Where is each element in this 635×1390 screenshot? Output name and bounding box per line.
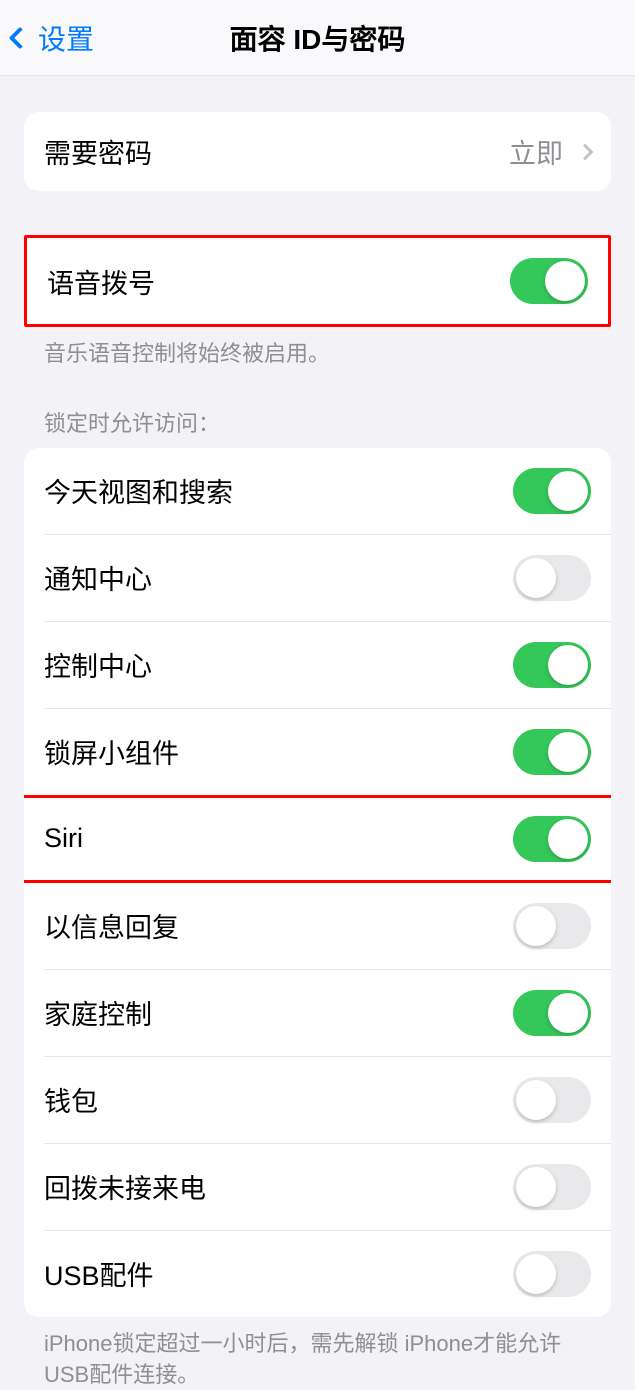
notification-center-label: 通知中心 (44, 558, 152, 597)
today-view-label: 今天视图和搜索 (44, 471, 233, 510)
toggle-knob (548, 471, 588, 511)
voice-dial-row: 语音拨号 (27, 238, 608, 324)
toggle-knob (545, 261, 585, 301)
toggle-knob (548, 819, 588, 859)
require-passcode-label: 需要密码 (44, 132, 152, 171)
today-view-row: 今天视图和搜索 (24, 448, 611, 534)
voice-dial-group: 语音拨号 (24, 235, 611, 327)
page-title: 面容 ID与密码 (230, 18, 406, 58)
toggle-knob (548, 645, 588, 685)
usb-accessories-label: USB配件 (44, 1254, 154, 1293)
home-control-label: 家庭控制 (44, 993, 152, 1032)
toggle-knob (516, 906, 556, 946)
lock-access-group: 今天视图和搜索 通知中心 控制中心 锁屏小组件 Siri 以信息回复 家庭控制 (24, 448, 611, 1317)
reply-with-message-row: 以信息回复 (44, 882, 611, 969)
reply-with-message-label: 以信息回复 (44, 906, 179, 945)
toggle-knob (516, 1167, 556, 1207)
home-control-row: 家庭控制 (44, 969, 611, 1056)
back-label: 设置 (38, 18, 94, 58)
lock-access-header: 锁定时允许访问： (24, 370, 611, 448)
siri-label: Siri (44, 823, 83, 854)
require-passcode-group: 需要密码 立即 (24, 112, 611, 191)
voice-dial-footer: 音乐语音控制将始终被启用。 (24, 327, 611, 370)
toggle-knob (548, 732, 588, 772)
toggle-knob (548, 993, 588, 1033)
chevron-right-icon (577, 143, 594, 160)
siri-row: Siri (44, 795, 611, 882)
back-button[interactable]: 设置 (0, 18, 94, 58)
lock-screen-widgets-toggle[interactable] (513, 729, 591, 775)
notification-center-toggle[interactable] (513, 555, 591, 601)
usb-footer: iPhone锁定超过一小时后，需先解锁 iPhone才能允许USB配件连接。 (24, 1317, 611, 1390)
usb-accessories-toggle[interactable] (513, 1251, 591, 1297)
chevron-left-icon (9, 26, 32, 49)
usb-accessories-row: USB配件 (44, 1230, 611, 1317)
toggle-knob (516, 1254, 556, 1294)
wallet-row: 钱包 (44, 1056, 611, 1143)
require-passcode-value: 立即 (509, 132, 563, 171)
voice-dial-label: 语音拨号 (47, 262, 155, 301)
toggle-knob (516, 558, 556, 598)
today-view-toggle[interactable] (513, 468, 591, 514)
require-passcode-value-wrap: 立即 (509, 132, 591, 171)
return-missed-calls-toggle[interactable] (513, 1164, 591, 1210)
notification-center-row: 通知中心 (44, 534, 611, 621)
toggle-knob (516, 1080, 556, 1120)
nav-header: 设置 面容 ID与密码 (0, 0, 635, 76)
return-missed-calls-row: 回拨未接来电 (44, 1143, 611, 1230)
control-center-row: 控制中心 (44, 621, 611, 708)
home-control-toggle[interactable] (513, 990, 591, 1036)
control-center-toggle[interactable] (513, 642, 591, 688)
lock-screen-widgets-label: 锁屏小组件 (44, 732, 179, 771)
control-center-label: 控制中心 (44, 645, 152, 684)
wallet-toggle[interactable] (513, 1077, 591, 1123)
wallet-label: 钱包 (44, 1080, 98, 1119)
voice-dial-toggle[interactable] (510, 258, 588, 304)
siri-toggle[interactable] (513, 816, 591, 862)
require-passcode-row[interactable]: 需要密码 立即 (24, 112, 611, 191)
return-missed-calls-label: 回拨未接来电 (44, 1167, 206, 1206)
lock-screen-widgets-row: 锁屏小组件 (44, 708, 611, 795)
reply-with-message-toggle[interactable] (513, 903, 591, 949)
